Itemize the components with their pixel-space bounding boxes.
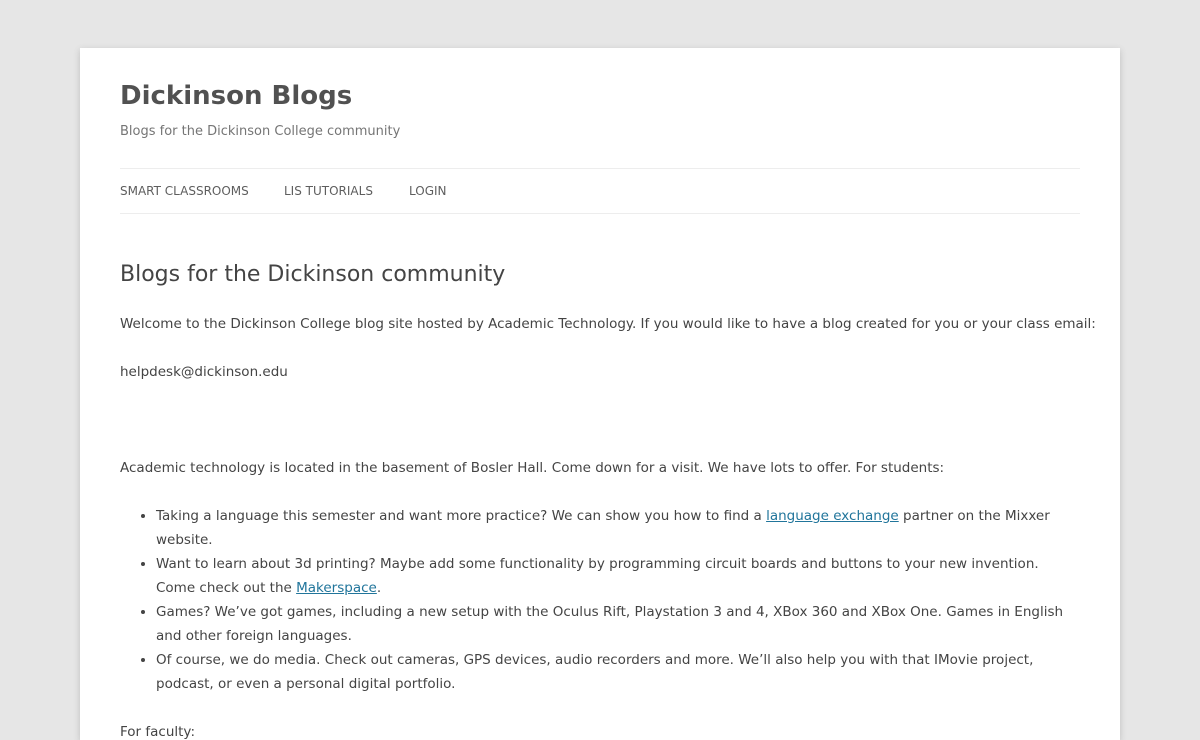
entry-content: Welcome to the Dickinson College blog si… <box>120 312 1096 740</box>
intro-paragraph: Welcome to the Dickinson College blog si… <box>120 316 1096 332</box>
list-item-text: Games? We’ve got games, including a new … <box>156 604 1064 644</box>
entry-title: Blogs for the Dickinson community <box>120 262 506 287</box>
faculty-paragraph: For faculty: <box>120 724 195 740</box>
nav-item-login[interactable]: LOGIN <box>409 183 447 199</box>
list-item-text: Taking a language this semester and want… <box>156 508 767 524</box>
page-container: Dickinson Blogs Blogs for the Dickinson … <box>80 48 1120 740</box>
email-paragraph: helpdesk@dickinson.edu <box>120 364 288 380</box>
list-item: Games? We’ve got games, including a new … <box>156 600 1080 648</box>
list-item: Of course, we do media. Check out camera… <box>156 648 1080 696</box>
list-item-text: . <box>376 580 382 596</box>
site-description: Blogs for the Dickinson College communit… <box>120 124 401 139</box>
list-item: Taking a language this semester and want… <box>156 504 1080 552</box>
language-exchange-link[interactable]: language exchange <box>766 508 899 524</box>
students-list: Taking a language this semester and want… <box>120 504 1080 696</box>
empty-paragraph <box>120 408 1080 432</box>
nav-item-smart-classrooms[interactable]: SMART CLASSROOMS <box>120 183 249 199</box>
list-item: Want to learn about 3d printing? Maybe a… <box>156 552 1080 600</box>
site-title[interactable]: Dickinson Blogs <box>120 78 352 114</box>
list-item-text: Of course, we do media. Check out camera… <box>156 652 1034 692</box>
location-paragraph: Academic technology is located in the ba… <box>120 460 945 476</box>
main-navigation: SMART CLASSROOMS LIS TUTORIALS LOGIN <box>120 168 1080 214</box>
makerspace-link[interactable]: Makerspace <box>296 580 377 596</box>
list-item-text: Want to learn about 3d printing? Maybe a… <box>156 556 1039 596</box>
nav-item-lis-tutorials[interactable]: LIS TUTORIALS <box>284 183 373 199</box>
